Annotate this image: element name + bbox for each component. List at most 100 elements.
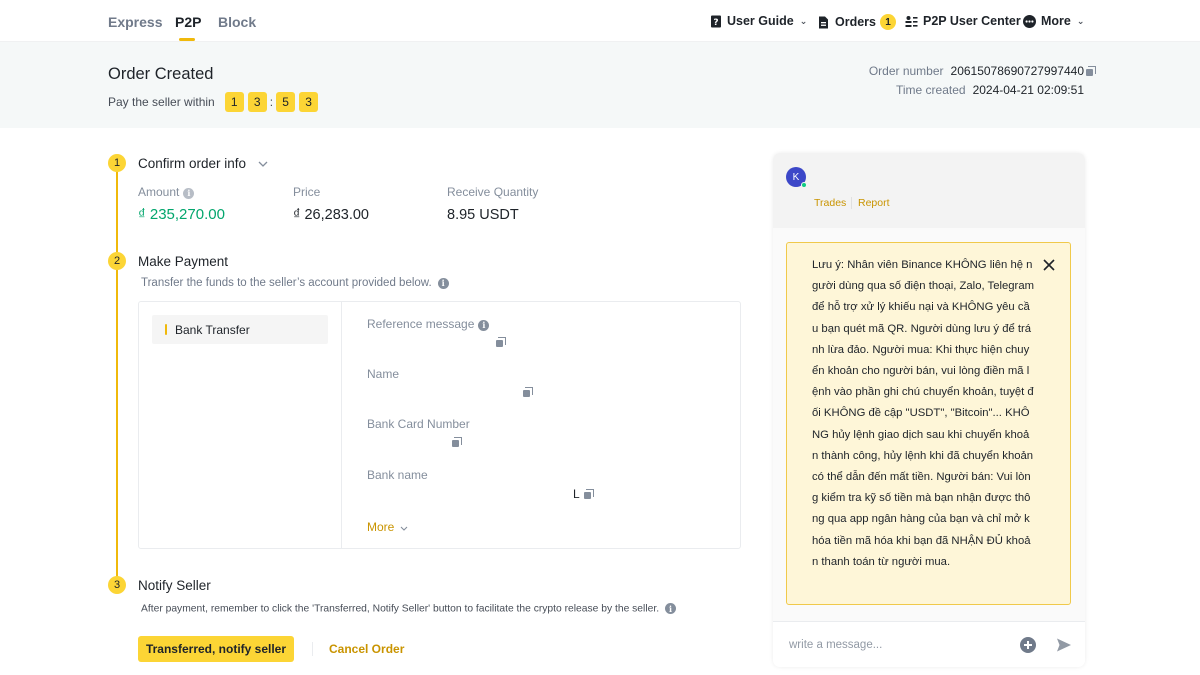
time-created-row: Time created 2024-04-21 02:09:51 xyxy=(896,83,1084,97)
step-title: Confirm order info xyxy=(138,156,247,171)
bank-name-value: L xyxy=(573,487,594,501)
book-icon: ? xyxy=(709,15,722,28)
tab-express[interactable]: Express xyxy=(108,14,162,30)
info-icon[interactable]: i xyxy=(183,187,195,199)
info-icon[interactable]: i xyxy=(437,277,449,289)
bank-name-label: Bank name xyxy=(367,468,428,482)
step-title: Notify Seller xyxy=(138,578,211,593)
more-label: More xyxy=(367,520,395,534)
bank-name-text: L xyxy=(573,487,580,501)
payment-method-list: Bank Transfer xyxy=(139,302,342,548)
notify-description: After payment, remember to click the 'Tr… xyxy=(141,603,677,615)
more-dots-icon xyxy=(1023,14,1036,28)
send-icon[interactable] xyxy=(1056,637,1072,653)
countdown-digit: 1 xyxy=(224,92,244,112)
top-nav: Express P2P Block ? User Guide ⌄ Orders … xyxy=(0,0,1200,42)
document-icon xyxy=(817,16,830,29)
order-header: Order Created Pay the seller within 1 3 … xyxy=(0,42,1200,128)
add-attachment-icon[interactable] xyxy=(1020,637,1036,653)
countdown-digit: 3 xyxy=(247,92,267,112)
time-created-label: Time created xyxy=(895,83,966,97)
tab-p2p[interactable]: P2P xyxy=(175,14,201,30)
more-details-toggle[interactable]: More xyxy=(367,520,408,534)
chat-messages: Lưu ý: Nhân viên Binance KHÔNG liên hệ n… xyxy=(773,228,1085,621)
countdown-digit: 5 xyxy=(276,92,296,112)
step-number-3: 3 xyxy=(108,576,126,594)
chevron-down-icon: ⌄ xyxy=(1076,15,1085,26)
close-icon[interactable] xyxy=(1041,257,1057,273)
countdown-digit: 3 xyxy=(299,92,319,112)
steps-progress-line xyxy=(116,171,118,581)
orders-label: Orders xyxy=(835,15,876,29)
chat-panel: K Trades Report Lưu ý: Nhân viên Binance… xyxy=(773,153,1085,667)
pay-within-label: Pay the seller within xyxy=(108,95,215,109)
chevron-down-icon xyxy=(400,526,408,531)
step-title: Make Payment xyxy=(138,254,229,269)
countdown-separator: : xyxy=(269,95,274,109)
security-notice-text: Lưu ý: Nhân viên Binance KHÔNG liên hệ n… xyxy=(812,259,1035,568)
time-created-value: 2024-04-21 02:09:51 xyxy=(972,83,1084,97)
selected-indicator xyxy=(165,324,167,335)
copy-icon[interactable] xyxy=(496,337,506,347)
p2p-user-center-label: P2P User Center xyxy=(923,14,1021,28)
payment-details-box: Bank Transfer Reference message i Name Ba… xyxy=(138,301,741,549)
name-value xyxy=(523,387,533,397)
price-value: ₫ 26,283.00 xyxy=(293,207,369,223)
bank-card-number-value xyxy=(452,437,462,447)
payment-method-label: Bank Transfer xyxy=(175,322,250,337)
payment-description: Transfer the funds to the seller’s accou… xyxy=(141,277,449,289)
copy-icon[interactable] xyxy=(452,437,462,447)
tab-block[interactable]: Block xyxy=(218,14,256,30)
p2p-user-center-link[interactable]: P2P User Center xyxy=(905,14,1021,28)
message-input[interactable] xyxy=(789,636,1009,654)
reference-message-label: Reference message i xyxy=(367,317,490,331)
order-number-row: Order number 20615078690727997440 xyxy=(868,64,1096,78)
chevron-down-icon: ⌄ xyxy=(799,15,808,26)
chevron-down-icon xyxy=(258,161,268,167)
report-link[interactable]: Report xyxy=(858,197,890,209)
reference-message-value xyxy=(496,337,506,347)
payment-method-bank-transfer[interactable]: Bank Transfer xyxy=(152,315,328,344)
receive-quantity-label: Receive Quantity xyxy=(447,185,539,199)
copy-icon[interactable] xyxy=(523,387,533,397)
order-number-value: 20615078690727997440 xyxy=(950,64,1084,78)
chat-header: K Trades Report xyxy=(773,153,1085,228)
more-menu[interactable]: More ⌄ xyxy=(1023,14,1084,28)
receive-quantity-value: 8.95 USDT xyxy=(447,207,519,223)
name-label: Name xyxy=(367,367,400,381)
payment-countdown: Pay the seller within 1 3 : 5 3 xyxy=(108,92,319,112)
bank-card-number-label: Bank Card Number xyxy=(367,417,470,431)
copy-icon[interactable] xyxy=(1086,66,1096,76)
divider xyxy=(312,642,313,656)
cancel-order-link[interactable]: Cancel Order xyxy=(329,642,404,656)
divider xyxy=(851,197,852,209)
reference-message-label-text: Reference message xyxy=(367,317,475,331)
trades-link[interactable]: Trades xyxy=(814,197,846,209)
copy-icon[interactable] xyxy=(583,489,594,499)
confirm-order-toggle[interactable]: Confirm order info xyxy=(138,156,268,171)
more-label: More xyxy=(1041,14,1071,28)
amount-value: ₫ 235,270.00 xyxy=(138,206,225,223)
orders-count-badge: 1 xyxy=(880,14,896,30)
info-icon[interactable]: i xyxy=(665,603,677,614)
payment-description-text: Transfer the funds to the seller’s accou… xyxy=(141,277,432,289)
step-number-2: 2 xyxy=(108,252,126,270)
transferred-notify-seller-button[interactable]: Transferred, notify seller xyxy=(138,636,294,662)
amount-label-text: Amount xyxy=(138,185,180,199)
orders-menu[interactable]: Orders 1 xyxy=(817,14,896,30)
online-status-dot xyxy=(801,182,807,188)
notify-description-text: After payment, remember to click the 'Tr… xyxy=(141,603,660,615)
page-title: Order Created xyxy=(108,65,214,83)
price-label: Price xyxy=(293,185,321,199)
users-icon xyxy=(905,15,918,28)
user-guide-menu[interactable]: ? User Guide ⌄ xyxy=(709,14,807,28)
active-tab-indicator xyxy=(179,38,195,41)
user-guide-label: User Guide xyxy=(727,14,794,28)
svg-text:?: ? xyxy=(713,18,718,28)
security-notice: Lưu ý: Nhân viên Binance KHÔNG liên hệ n… xyxy=(786,242,1071,605)
chat-input-bar xyxy=(773,621,1085,667)
info-icon[interactable]: i xyxy=(478,319,490,331)
amount-label: Amount i xyxy=(138,185,195,199)
step-number-1: 1 xyxy=(108,154,126,172)
order-number-label: Order number xyxy=(868,64,944,78)
